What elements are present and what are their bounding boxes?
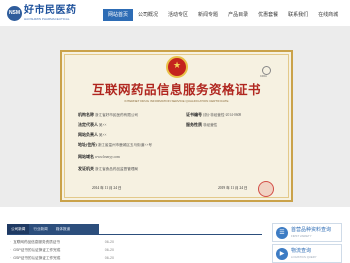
news-title[interactable]: GSP证书的认证换证工作完成 — [10, 254, 60, 262]
field-domain: 网站域名 www.hsmyy.com — [78, 154, 120, 159]
nav-item-about[interactable]: 公司概况 — [133, 9, 163, 21]
tab-divider — [7, 234, 262, 235]
barcode-label: CFDA — [260, 75, 267, 78]
field-org-name: 机构名称 浙江省好市民医药有限公司 — [78, 112, 139, 117]
qr-icon — [262, 66, 271, 75]
list-item[interactable]: GSP证书的认证换证工作完成 06-20 — [10, 246, 114, 254]
first-variety-query-button[interactable]: ☰ 首营品种资料查询 FIRST VARIETY — [272, 223, 342, 242]
logo-badge: NSM — [7, 6, 22, 21]
field-issuer: 发证机关 浙江省食品药品监督管理局 — [78, 166, 139, 171]
tab-company-news[interactable]: 公司新闻 — [7, 224, 30, 234]
field-address: 地址(住所) 浙江省温州市鹿城区五马街道××号 — [78, 142, 152, 147]
news-list: 互联网药品信息服务资质证书 06-20 GSP证书的认证换证工作完成 06-20… — [10, 238, 114, 262]
nav-item-contact[interactable]: 联系我们 — [283, 9, 313, 21]
field-cert-no: 证书编号 (浙)-非经营性-2014-0608 — [186, 112, 242, 117]
expiry-date: 2019 年 11 月 24 日 — [218, 186, 248, 190]
logo-name: 好市民医药 — [24, 5, 77, 16]
field-legal-rep: 法定代表人 吴×× — [78, 122, 107, 127]
nav-item-shop[interactable]: 在线商城 — [313, 9, 343, 21]
tab-media-reports[interactable]: 媒体报道 — [52, 224, 74, 234]
list-item[interactable]: GSP证书的认证换证工作完成 06-20 — [10, 254, 114, 262]
national-emblem-icon: ★ — [166, 56, 188, 78]
logo-subtitle: HAOSHIMIN PHARMACEUTICAL — [24, 17, 70, 21]
main-nav: 网站首页 公司概况 活动专区 新闻专题 产品目录 优惠套餐 联系我们 在线商城 — [103, 9, 343, 21]
nav-item-offers[interactable]: 优惠套餐 — [253, 9, 283, 21]
logistics-query-button[interactable]: ▶ 物流查询 LOGISTICS QUERY — [272, 244, 342, 263]
site-header: NSM 好市民医药 HAOSHIMIN PHARMACEUTICAL 网站首页 … — [0, 0, 350, 26]
banner-slider[interactable]: ★ CFDA 互联网药品信息服务资格证书 INTERNET DRUG INFOR… — [0, 26, 350, 216]
truck-icon: ▶ — [276, 248, 288, 260]
news-title[interactable]: GSP证书的认证换证工作完成 — [10, 246, 60, 254]
field-service-nature: 服务性质 非经营性 — [186, 122, 218, 127]
side-card-title: 首营品种资料查询 — [291, 227, 332, 233]
nav-item-home[interactable]: 网站首页 — [103, 9, 134, 21]
news-date: 06-20 — [104, 240, 114, 244]
side-card-title: 物流查询 — [291, 248, 312, 254]
official-seal-icon — [258, 181, 274, 197]
news-date: 06-20 — [104, 248, 114, 252]
field-site-owner: 网站负责人 吴×× — [78, 132, 107, 137]
nav-item-events[interactable]: 活动专区 — [163, 9, 193, 21]
nav-item-products[interactable]: 产品目录 — [223, 9, 253, 21]
certificate-title: 互联网药品信息服务资格证书 — [91, 83, 261, 97]
certificate-subtitle: INTERNET DRUG INFORMATION SERVICE QUALIF… — [124, 99, 229, 103]
side-card-subtitle: FIRST VARIETY — [291, 234, 312, 238]
issue-date: 2014 年 11 月 24 日 — [92, 186, 122, 190]
certificate-image: ★ CFDA 互联网药品信息服务资格证书 INTERNET DRUG INFOR… — [60, 50, 293, 202]
document-search-icon: ☰ — [276, 227, 288, 239]
page: NSM 好市民医药 HAOSHIMIN PHARMACEUTICAL 网站首页 … — [0, 0, 350, 263]
nav-item-news[interactable]: 新闻专题 — [193, 9, 223, 21]
news-date: 06-20 — [104, 256, 114, 260]
list-item[interactable]: 互联网药品信息服务资质证书 06-20 — [10, 238, 114, 246]
side-card-subtitle: LOGISTICS QUERY — [291, 255, 317, 259]
site-logo[interactable]: NSM 好市民医药 HAOSHIMIN PHARMACEUTICAL — [7, 5, 76, 23]
news-tabs: 公司新闻 行业新闻 媒体报道 — [7, 224, 99, 234]
tab-industry-news[interactable]: 行业新闻 — [29, 224, 51, 234]
news-title[interactable]: 互联网药品信息服务资质证书 — [10, 238, 60, 246]
